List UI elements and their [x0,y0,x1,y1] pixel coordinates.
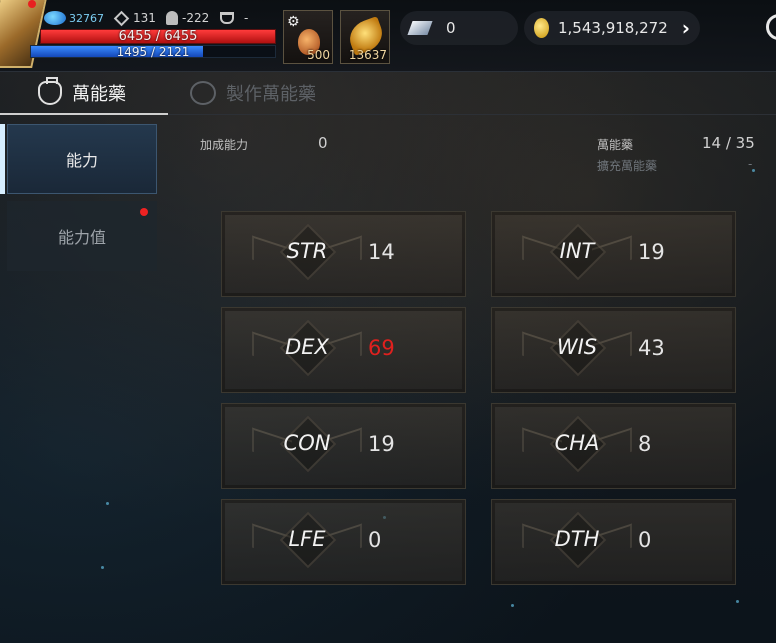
gold-value: 1,543,918,272 [558,19,668,37]
defense-value: -222 [182,11,210,25]
exp-stat: 32767 [44,10,104,26]
particle [736,600,739,603]
exp-value: 32767 [69,11,104,25]
defense-stat: -222 [166,10,209,26]
stat-value: 19 [638,240,665,264]
expand-elixir-value: - [748,157,753,171]
stat-card-con: CON 19 [221,403,466,489]
sidebar-item-label: 能力值 [57,228,106,247]
stat-card-str: STR 14 [221,211,466,297]
stat-value: 8 [638,432,652,456]
slot-count: 13637 [348,48,387,62]
stat-card-dex: DEX 69 [221,307,466,393]
elixir-count: 14 / 35 [702,134,755,152]
elixir-label: 萬能藥 [597,138,634,152]
rank-stat: - [220,10,248,26]
helmet-icon [166,11,178,25]
stat-value: 43 [638,336,665,360]
sidebar-item-ability-value[interactable]: 能力值 [7,201,157,271]
tab-craft-elixir[interactable]: 製作萬能藥 [190,72,316,114]
tab-bar: 萬能藥 製作萬能藥 [0,72,776,116]
mp-text: 1495 / 2121 [116,45,190,59]
potion-icon [38,77,62,105]
hp-text: 6455 / 6455 [118,29,198,44]
particle [752,169,755,172]
clock-icon[interactable] [766,14,776,40]
diamond-icon [407,21,433,35]
top-hud: 32767 131 -222 - 6455 / 6455 1495 / 2121… [0,0,776,72]
stat-value: 19 [368,432,395,456]
tab-label: 製作萬能藥 [226,84,316,105]
gem-currency[interactable]: 0 [400,11,518,45]
gear-icon[interactable]: ⚙ [287,14,300,30]
stat-card-wis: WIS 43 [491,307,736,393]
stat-name: STR [286,239,328,263]
stat-name: INT [559,239,595,263]
active-tab-indicator [0,113,168,115]
stat-name: DEX [285,335,329,359]
stat-card-lfe: LFE 0 [221,499,466,585]
stat-name: CON [283,431,331,455]
tab-label: 萬能藥 [72,84,126,105]
stat-value: 0 [638,528,652,552]
craft-icon [190,81,216,105]
rank-value: - [244,11,249,25]
tab-elixir[interactable]: 萬能藥 [38,72,126,114]
slot-count: 500 [307,48,330,62]
bonus-value: 0 [318,134,328,152]
quick-slot-potion[interactable]: ⚙ 500 [283,10,333,64]
stat-value: 69 [368,336,395,360]
bonus-label: 加成能力 [200,138,249,152]
sidebar-item-label: 能力 [65,151,98,170]
gold-currency[interactable]: 1,543,918,272 › [524,11,700,45]
stat-name: CHA [554,431,600,455]
mp-bar: 1495 / 2121 [30,45,276,58]
gem-value: 0 [446,19,456,37]
stat-name: WIS [556,335,598,359]
sidebar-active-marker [0,124,5,194]
stat-value: 0 [368,528,382,552]
stat-card-int: INT 19 [491,211,736,297]
particle [511,604,514,607]
particle [106,502,109,505]
sidebar-item-ability[interactable]: 能力 [7,124,157,194]
stat-name: LFE [288,527,326,551]
notification-dot [28,0,36,8]
stat-card-dth: DTH 0 [491,499,736,585]
particle [101,566,104,569]
attack-stat: 131 [113,10,156,26]
hp-bar: 6455 / 6455 [40,29,276,44]
exp-icon [44,11,66,25]
stat-card-cha: CHA 8 [491,403,736,489]
sword-icon [113,10,130,26]
trophy-icon [220,12,234,24]
gold-coin-icon [534,18,549,38]
stat-name: DTH [554,527,600,551]
notification-dot [140,208,148,216]
expand-elixir-label: 擴充萬能藥 [597,159,658,173]
stat-value: 14 [368,240,395,264]
attack-value: 131 [133,11,156,25]
quick-slot-item[interactable]: 13637 [340,10,390,64]
chevron-right-icon[interactable]: › [682,16,690,40]
